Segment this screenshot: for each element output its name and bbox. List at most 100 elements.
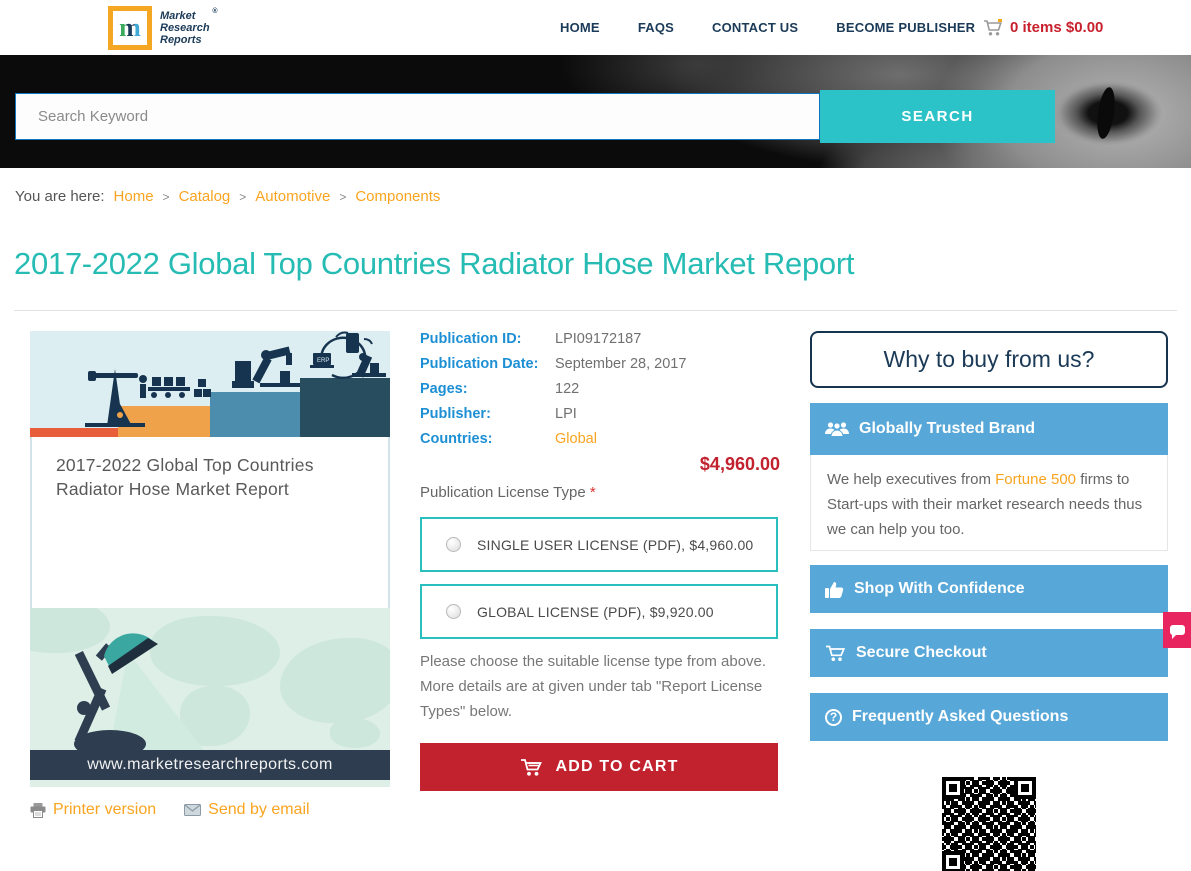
page-title: 2017-2022 Global Top Countries Radiator …	[14, 246, 855, 281]
product-details: Publication ID: LPI09172187 Publication …	[420, 331, 780, 801]
radio-single-user-license[interactable]	[446, 537, 461, 552]
sidebar-section-title: Globally Trusted Brand	[859, 420, 1036, 437]
cover-action-links: Printer version Send by email	[30, 801, 310, 819]
countries-global-link[interactable]: Global	[555, 431, 597, 456]
breadcrumb-separator: >	[239, 189, 247, 204]
qr-pattern	[942, 777, 1036, 871]
fortune-500-link[interactable]: Fortune 500	[995, 471, 1076, 488]
detail-label: Publication Date:	[420, 356, 539, 372]
detail-label: Publisher:	[420, 406, 491, 422]
send-by-email-link[interactable]: Send by email	[184, 801, 310, 819]
license-type-label: Publication License Type *	[420, 484, 596, 501]
detail-value: 122	[555, 381, 580, 397]
qr-finder	[942, 777, 964, 799]
add-to-cart-label: ADD TO CART	[555, 758, 679, 775]
qr-code	[938, 773, 1040, 871]
page: m ® Market Research Reports HOME FAQS CO…	[0, 0, 1191, 871]
cover-title-panel: 2017-2022 Global Top Countries Radiator …	[30, 437, 390, 608]
breadcrumb-catalog[interactable]: Catalog	[179, 188, 231, 205]
printer-icon	[30, 802, 46, 818]
sidebar-section-title: Frequently Asked Questions	[852, 708, 1069, 725]
question-mark-icon: ?	[825, 708, 842, 726]
thumbs-up-icon	[825, 581, 844, 598]
radio-global-license[interactable]	[446, 604, 461, 619]
cover-url-bar: www.marketresearchreports.com	[30, 750, 390, 780]
breadcrumb-separator: >	[162, 189, 170, 204]
detail-label: Publication ID:	[420, 331, 522, 347]
map-continent	[280, 638, 390, 723]
logo-line2: Research	[160, 22, 210, 34]
add-to-cart-icon	[521, 758, 543, 776]
license-type-text: Publication License Type	[420, 484, 590, 501]
nav-item-become-publisher[interactable]: BECOME PUBLISHER	[836, 20, 975, 35]
printer-version-link[interactable]: Printer version	[30, 801, 156, 819]
cart-count: 0 items $0.00	[1010, 19, 1104, 36]
logo-text: ® Market Research Reports	[160, 8, 218, 46]
cover-map-panel: www.marketresearchreports.com	[30, 608, 390, 787]
cover-title: 2017-2022 Global Top Countries Radiator …	[56, 455, 314, 499]
qr-finder	[942, 851, 964, 871]
license-note: Please choose the suitable license type …	[420, 653, 767, 720]
send-by-email-label: Send by email	[208, 801, 310, 818]
chat-bubble-icon	[1169, 625, 1185, 639]
license-option-label: SINGLE USER LICENSE (PDF), $4,960.00	[477, 536, 754, 553]
header: m ® Market Research Reports HOME FAQS CO…	[0, 0, 1191, 55]
detail-value: September 28, 2017	[555, 356, 687, 372]
detail-value: LPI	[555, 406, 577, 422]
cart-summary[interactable]: 0 items $0.00	[983, 0, 1103, 55]
breadcrumb-automotive[interactable]: Automotive	[255, 188, 330, 205]
qr-finder	[1014, 777, 1036, 799]
breadcrumb-home[interactable]: Home	[114, 188, 154, 205]
nav-item-faqs[interactable]: FAQS	[638, 20, 674, 35]
cover-url: www.marketresearchreports.com	[87, 756, 333, 773]
detail-label: Pages:	[420, 381, 468, 397]
desk-lamp-illustration	[48, 616, 208, 756]
logo-m-icon: m	[108, 6, 152, 50]
registered-mark: ®	[212, 8, 218, 15]
detail-row-publication-date: Publication Date: September 28, 2017	[420, 356, 780, 381]
printer-version-label: Printer version	[53, 801, 157, 818]
trusted-body-text: We help executives from	[827, 471, 996, 488]
detail-row-publication-id: Publication ID: LPI09172187	[420, 331, 780, 356]
detail-label: Countries:	[420, 431, 493, 447]
logo-line1: Market	[160, 10, 196, 22]
license-option-single-user[interactable]: SINGLE USER LICENSE (PDF), $4,960.00	[420, 517, 778, 572]
site-logo[interactable]: m ® Market Research Reports	[108, 6, 218, 50]
globally-trusted-body: We help executives from Fortune 500 firm…	[810, 455, 1168, 551]
users-icon	[825, 422, 849, 437]
sidebar-section-faq[interactable]: ? Frequently Asked Questions	[810, 693, 1168, 741]
email-icon	[184, 804, 202, 816]
search-input[interactable]	[15, 93, 820, 140]
add-to-cart-button[interactable]: ADD TO CART	[420, 743, 778, 791]
why-to-buy-box: Why to buy from us?	[810, 331, 1168, 388]
breadcrumb-components[interactable]: Components	[355, 188, 440, 205]
secure-cart-icon	[826, 645, 846, 661]
license-option-label: GLOBAL LICENSE (PDF), $9,920.00	[477, 603, 714, 620]
detail-value: LPI09172187	[555, 331, 642, 347]
divider	[14, 310, 1177, 311]
why-to-buy-heading: Why to buy from us?	[883, 346, 1095, 372]
detail-row-countries: Countries: Global	[420, 431, 780, 456]
breadcrumb: You are here: Home > Catalog > Automotiv…	[15, 188, 440, 205]
industry-steps-illustration: ERP	[30, 331, 390, 437]
breadcrumb-prefix: You are here:	[15, 188, 105, 205]
sidebar-section-title: Shop With Confidence	[854, 580, 1025, 597]
logo-line3: Reports	[160, 34, 202, 46]
required-asterisk: *	[589, 484, 596, 501]
nav-item-home[interactable]: HOME	[560, 20, 600, 35]
detail-row-pages: Pages: 122	[420, 381, 780, 406]
main-nav: HOME FAQS CONTACT US BECOME PUBLISHER	[560, 0, 975, 55]
nav-item-contact-us[interactable]: CONTACT US	[712, 20, 798, 35]
sidebar-section-title: Secure Checkout	[856, 644, 987, 661]
license-option-global[interactable]: GLOBAL LICENSE (PDF), $9,920.00	[420, 584, 778, 639]
cart-icon	[983, 18, 1003, 37]
svg-text:ERP: ERP	[317, 358, 329, 364]
search-banner: SEARCH	[0, 55, 1191, 168]
search-button[interactable]: SEARCH	[820, 90, 1055, 143]
sidebar-section-secure-checkout: Secure Checkout	[810, 629, 1168, 677]
logo-letter: m	[119, 13, 141, 42]
sidebar-section-globally-trusted: Globally Trusted Brand	[810, 403, 1168, 455]
map-continent	[330, 718, 380, 748]
chat-widget-button[interactable]	[1163, 612, 1191, 648]
sidebar-section-shop-with-confidence: Shop With Confidence	[810, 565, 1168, 613]
